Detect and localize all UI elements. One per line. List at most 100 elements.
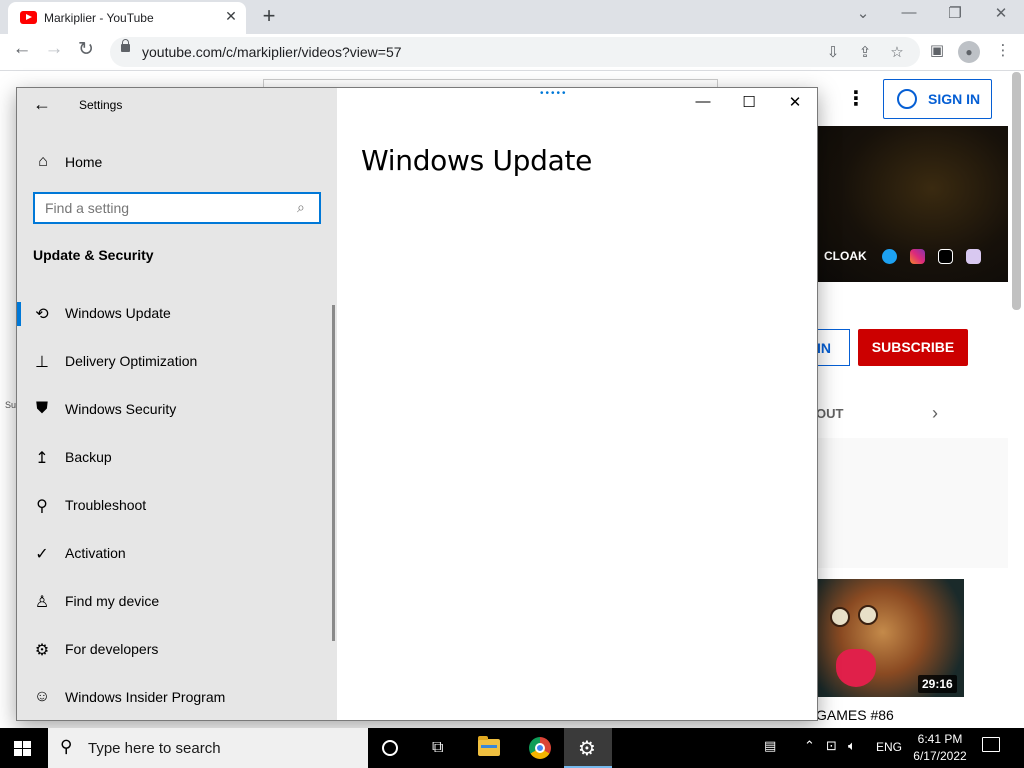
settings-window-title: Settings: [79, 98, 123, 112]
sidebar-item-activation[interactable]: ✓ Activation: [17, 530, 337, 578]
network-icon[interactable]: ⊡: [826, 738, 837, 754]
backup-arrow-icon: ↥: [35, 450, 49, 467]
video-shelf-background: [818, 438, 1008, 568]
task-view-button[interactable]: ⧉: [416, 728, 464, 768]
sidebar-item-label: Find my device: [65, 593, 160, 609]
back-arrow-icon[interactable]: ←: [10, 38, 34, 60]
sidebar-item-windows-security[interactable]: ⛊ Windows Security: [17, 386, 337, 434]
windows-start-button[interactable]: [14, 741, 32, 756]
sidebar-item-label: Delivery Optimization: [65, 353, 198, 369]
language-indicator[interactable]: ENG: [876, 740, 902, 754]
page-title: Windows Update: [361, 144, 593, 177]
side-panel-icon[interactable]: ▣: [927, 41, 947, 59]
url-text[interactable]: youtube.com/c/markiplier/videos?view=57: [142, 44, 402, 60]
sidebar-item-find-my-device[interactable]: ♙ Find my device: [17, 578, 337, 626]
tab-about[interactable]: OUT: [816, 406, 843, 421]
lock-icon[interactable]: [121, 39, 130, 52]
sidebar-item-windows-insider-program[interactable]: ☺ Windows Insider Program: [17, 674, 337, 722]
taskbar-clock[interactable]: 6:41 PM 6/17/2022: [906, 731, 974, 765]
nav-scrollbar[interactable]: [332, 305, 335, 641]
youtube-more-options-icon[interactable]: ⋮: [846, 86, 866, 111]
join-label: IN: [817, 340, 831, 356]
search-icon[interactable]: ⌕: [297, 199, 305, 216]
settings-window: ← Settings ⌂ Home Find a setting ⌕ Updat…: [16, 87, 818, 721]
clock-date: 6/17/2022: [913, 749, 967, 763]
tab-title: Markiplier - YouTube: [44, 11, 154, 25]
search-placeholder: Find a setting: [45, 200, 130, 216]
settings-home-link[interactable]: Home: [65, 154, 102, 170]
chrome-taskbar-button[interactable]: [516, 728, 564, 768]
youtube-favicon-icon: [20, 11, 37, 24]
sidebar-item-label: Troubleshoot: [65, 497, 147, 513]
twitter-icon[interactable]: [882, 249, 897, 264]
instagram-icon[interactable]: [910, 249, 925, 264]
install-app-icon[interactable]: ⇩: [824, 43, 842, 61]
youtube-sign-in-button[interactable]: SIGN IN: [883, 79, 992, 119]
search-icon: ⚲: [60, 737, 73, 756]
sidebar-item-label: Activation: [65, 545, 126, 561]
bookmark-star-icon[interactable]: ☆: [888, 43, 906, 61]
account-circle-icon: [897, 89, 917, 109]
sidebar-item-windows-update[interactable]: ⟲ Windows Update: [17, 290, 337, 338]
wrench-icon: ⚲: [36, 498, 48, 515]
developer-tools-icon: ⚙: [34, 642, 50, 659]
home-icon[interactable]: ⌂: [34, 153, 52, 171]
browser-close-button[interactable]: ✕: [990, 4, 1012, 22]
person-location-icon: ♙: [34, 594, 50, 611]
address-bar[interactable]: youtube.com/c/markiplier/videos?view=57 …: [110, 37, 920, 67]
sidebar-item-label: Windows Update: [65, 305, 171, 321]
sidebar-item-for-developers[interactable]: ⚙ For developers: [17, 626, 337, 674]
clock-time: 6:41 PM: [917, 732, 963, 746]
tiktok-icon[interactable]: [938, 249, 953, 264]
chrome-menu-icon[interactable]: ⋮: [993, 41, 1013, 59]
sidebar-item-backup[interactable]: ↥ Backup: [17, 434, 337, 482]
discord-icon[interactable]: [966, 249, 981, 264]
task-view-icon: ⧉: [432, 739, 444, 756]
profile-avatar-icon[interactable]: ●: [958, 41, 980, 63]
cortana-button[interactable]: [368, 728, 416, 768]
checkmark-circle-icon: ✓: [35, 546, 49, 563]
delivery-optimization-icon: ⊥: [35, 354, 49, 371]
taskbar-search-placeholder: Type here to search: [88, 740, 221, 757]
action-center-icon[interactable]: [982, 737, 1000, 752]
sidebar-item-label: Windows Insider Program: [65, 689, 226, 705]
gear-icon: ⚙: [578, 738, 596, 760]
sidebar-item-delivery-optimization[interactable]: ⊥ Delivery Optimization: [17, 338, 337, 386]
find-setting-input[interactable]: Find a setting ⌕: [33, 192, 321, 224]
sidebar-item-troubleshoot[interactable]: ⚲ Troubleshoot: [17, 482, 337, 530]
cortana-circle-icon: [382, 740, 398, 756]
shield-icon: ⛊: [35, 400, 48, 417]
browser-tab-strip: Markiplier - YouTube ✕ + ⌄ — ❐ ✕: [0, 0, 1024, 34]
file-explorer-button[interactable]: [466, 728, 514, 768]
tab-close-icon[interactable]: ✕: [222, 8, 240, 25]
windows-taskbar: ⚲ Type here to search ⧉ ⚙ ▤ ⌃ ⊡ 🔈︎ ENG 6…: [0, 728, 1024, 768]
settings-taskbar-button[interactable]: ⚙: [564, 728, 612, 768]
news-widget-icon[interactable]: ▤: [764, 738, 776, 754]
forward-arrow-icon[interactable]: →: [42, 38, 66, 60]
page-scrollbar[interactable]: [1012, 72, 1021, 310]
back-arrow-icon[interactable]: ←: [33, 94, 53, 115]
tab-search-chevron-icon[interactable]: ⌄: [852, 4, 874, 22]
sign-in-label: SIGN IN: [928, 91, 981, 107]
banner-link-text[interactable]: CLOAK: [824, 249, 867, 263]
thumbnail-eye-right: [858, 605, 878, 625]
reload-icon[interactable]: ↻: [74, 38, 98, 61]
settings-maximize-button[interactable]: ☐: [726, 93, 772, 115]
youtube-sidebar-fragment: Su: [5, 400, 17, 410]
tabs-scroll-right-icon[interactable]: ›: [932, 403, 938, 424]
new-tab-button[interactable]: +: [258, 3, 280, 29]
browser-tab-youtube[interactable]: Markiplier - YouTube ✕: [8, 2, 246, 34]
chrome-icon: [529, 737, 551, 759]
youtube-subscribe-button[interactable]: SUBSCRIBE: [858, 329, 968, 366]
browser-restore-button[interactable]: ❐: [944, 4, 966, 22]
share-icon[interactable]: ⇪: [856, 43, 874, 61]
browser-minimize-button[interactable]: —: [898, 4, 920, 21]
video-title[interactable]: GAMES #86: [816, 707, 894, 723]
settings-close-button[interactable]: ✕: [772, 93, 818, 115]
show-hidden-icons-chevron-icon[interactable]: ⌃: [804, 738, 815, 754]
taskbar-search-box[interactable]: ⚲ Type here to search: [48, 728, 368, 768]
insider-cat-icon: ☺: [33, 688, 51, 705]
volume-icon[interactable]: 🔈︎: [848, 738, 856, 754]
settings-minimize-button[interactable]: —: [680, 93, 726, 115]
settings-nav-pane: ← Settings ⌂ Home Find a setting ⌕ Updat…: [17, 88, 337, 720]
